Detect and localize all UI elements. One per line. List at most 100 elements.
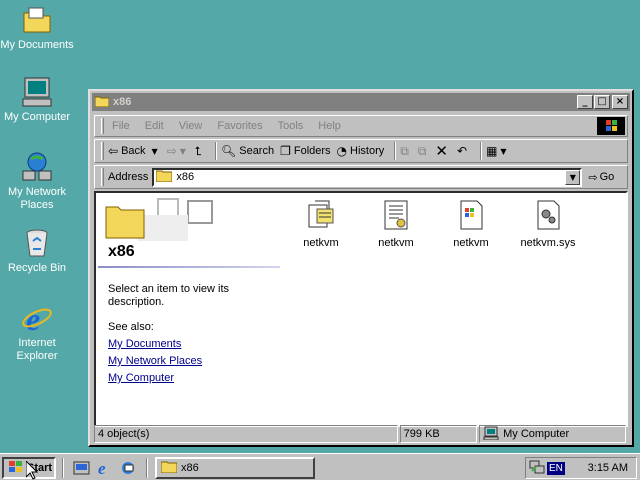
dropdown-arrow-icon[interactable]: ▼ — [152, 147, 158, 156]
file-name: netkvm — [453, 237, 489, 249]
menu-help[interactable]: Help — [318, 120, 341, 132]
address-bar: Address x86 ▼ ⇨ Go — [94, 165, 628, 189]
folder-small-icon — [155, 169, 173, 185]
address-field[interactable]: x86 ▼ — [152, 167, 583, 187]
folders-label: Folders — [293, 145, 331, 157]
desktop-icon-recycle-bin[interactable]: Recycle Bin — [0, 227, 74, 275]
see-also-label: See also: — [108, 321, 154, 333]
desktop-icon-network-places[interactable]: My Network Places — [0, 151, 74, 212]
move-to-button[interactable]: ⧉ — [400, 144, 412, 159]
security-catalog-icon — [380, 199, 412, 231]
windows-flag-icon — [8, 460, 24, 477]
file-item[interactable]: netkvm — [286, 199, 356, 249]
copy-to-icon: ⧉ — [417, 143, 427, 158]
folder-heading: x86 — [108, 243, 135, 260]
search-button[interactable]: 🔍︎ Search — [221, 144, 274, 158]
desktop-icon-label: My Computer — [3, 111, 71, 123]
file-item[interactable]: netkvm — [361, 199, 431, 249]
show-desktop-icon[interactable] — [73, 460, 91, 476]
network-tray-icon[interactable] — [529, 459, 545, 478]
up-folder-icon: ⮤ — [194, 143, 202, 158]
menu-favorites[interactable]: Favorites — [217, 120, 262, 132]
search-icon: 🔍︎ — [221, 144, 237, 158]
folder-small-icon — [160, 460, 178, 476]
file-item[interactable]: netkvm.sys — [513, 199, 583, 249]
go-button[interactable]: ⇨ Go — [588, 171, 614, 184]
address-dropdown-button[interactable]: ▼ — [565, 169, 581, 185]
folders-button[interactable]: ❐ Folders — [280, 144, 330, 158]
desktop-icon-label: My Documents — [0, 39, 74, 51]
address-label: Address — [108, 171, 149, 183]
webview-pane: x86 Select an item to view its descripti… — [96, 193, 282, 425]
history-label: History — [350, 145, 385, 157]
toolbar-grip[interactable] — [101, 142, 104, 160]
my-documents-icon — [21, 4, 53, 36]
window-title: x86 — [113, 96, 132, 108]
desktop-icon-label: Internet Explorer — [16, 337, 58, 362]
description-text: Select an item to view its description. — [108, 283, 230, 308]
link-my-computer[interactable]: My Computer — [108, 372, 174, 384]
svg-text:e: e — [26, 302, 40, 334]
minimize-button[interactable]: _ — [577, 95, 593, 109]
undo-button[interactable]: ↶ — [457, 144, 470, 158]
menu-bar: File Edit View Favorites Tools Help — [94, 115, 628, 137]
delete-button[interactable]: ✕ — [435, 142, 451, 160]
language-indicator[interactable]: EN — [547, 461, 565, 475]
setup-info-icon — [305, 199, 337, 231]
explorer-window: x86 _ □ × File Edit View Favorites Tools… — [88, 89, 634, 447]
status-size: 799 KB — [399, 425, 478, 443]
my-computer-icon — [21, 76, 53, 108]
clock[interactable]: 3:15 AM — [588, 462, 628, 474]
menu-grip[interactable] — [101, 118, 104, 134]
status-object-count: 4 object(s) — [94, 425, 398, 443]
taskbar-window-label: x86 — [181, 462, 199, 474]
toolbar-separator — [215, 142, 217, 160]
my-computer-small-icon — [483, 426, 499, 443]
views-button[interactable]: ▦ ▼ — [486, 144, 510, 158]
recycle-bin-icon — [21, 227, 53, 259]
delete-x-icon: ✕ — [435, 142, 448, 160]
forward-button[interactable]: ⇨ ▼ — [167, 144, 189, 158]
standard-toolbar: ⇦ Back ▼ ⇨ ▼ ⮤ 🔍︎ Search ❐ Folders ◔ His… — [94, 139, 628, 163]
up-button[interactable]: ⮤ — [195, 144, 205, 159]
taskbar-separator — [62, 458, 64, 478]
folders-icon: ❐ — [280, 144, 291, 158]
desktop-icon-label: Recycle Bin — [7, 262, 67, 274]
back-button[interactable]: ⇦ Back ▼ — [108, 144, 161, 158]
views-icon: ▦ — [486, 144, 498, 158]
file-item[interactable]: netkvm — [436, 199, 506, 249]
internet-explorer-icon[interactable]: e — [96, 459, 114, 478]
folder-view: x86 Select an item to view its descripti… — [94, 191, 628, 427]
large-folder-icon — [98, 195, 218, 246]
search-label: Search — [239, 145, 275, 157]
copy-to-button[interactable]: ⧉ — [418, 144, 430, 159]
history-button[interactable]: ◔ History — [337, 144, 385, 158]
link-my-network-places[interactable]: My Network Places — [108, 355, 202, 367]
file-name: netkvm.sys — [520, 237, 576, 249]
history-icon: ◔ — [336, 144, 348, 158]
title-bar[interactable]: x86 _ □ × — [92, 93, 630, 111]
menu-file[interactable]: File — [112, 120, 130, 132]
maximize-button[interactable]: □ — [594, 95, 610, 109]
back-arrow-icon: ⇦ — [108, 144, 119, 158]
internet-explorer-icon: e — [21, 301, 53, 337]
menu-view[interactable]: View — [179, 120, 203, 132]
address-grip[interactable] — [101, 168, 104, 186]
heading-divider — [98, 266, 280, 268]
toolbar-separator — [394, 142, 397, 160]
file-name: netkvm — [378, 237, 414, 249]
status-bar: 4 object(s) 799 KB My Computer — [94, 425, 628, 443]
file-name: netkvm — [303, 237, 339, 249]
outlook-express-icon[interactable] — [119, 460, 137, 476]
close-button[interactable]: × — [612, 95, 628, 109]
desktop-icon-my-computer[interactable]: My Computer — [0, 76, 74, 124]
menu-edit[interactable]: Edit — [145, 120, 164, 132]
menu-tools[interactable]: Tools — [278, 120, 304, 132]
move-to-icon: ⧉ — [400, 143, 409, 158]
forward-arrow-icon: ⇨ — [166, 144, 177, 158]
desktop-icon-internet-explorer[interactable]: e Internet Explorer — [0, 301, 74, 363]
link-my-documents[interactable]: My Documents — [108, 338, 181, 350]
taskbar-window-button[interactable]: x86 — [155, 457, 315, 479]
dropdown-arrow-icon: ▼ — [179, 146, 186, 156]
desktop-icon-my-documents[interactable]: My Documents — [0, 4, 74, 52]
